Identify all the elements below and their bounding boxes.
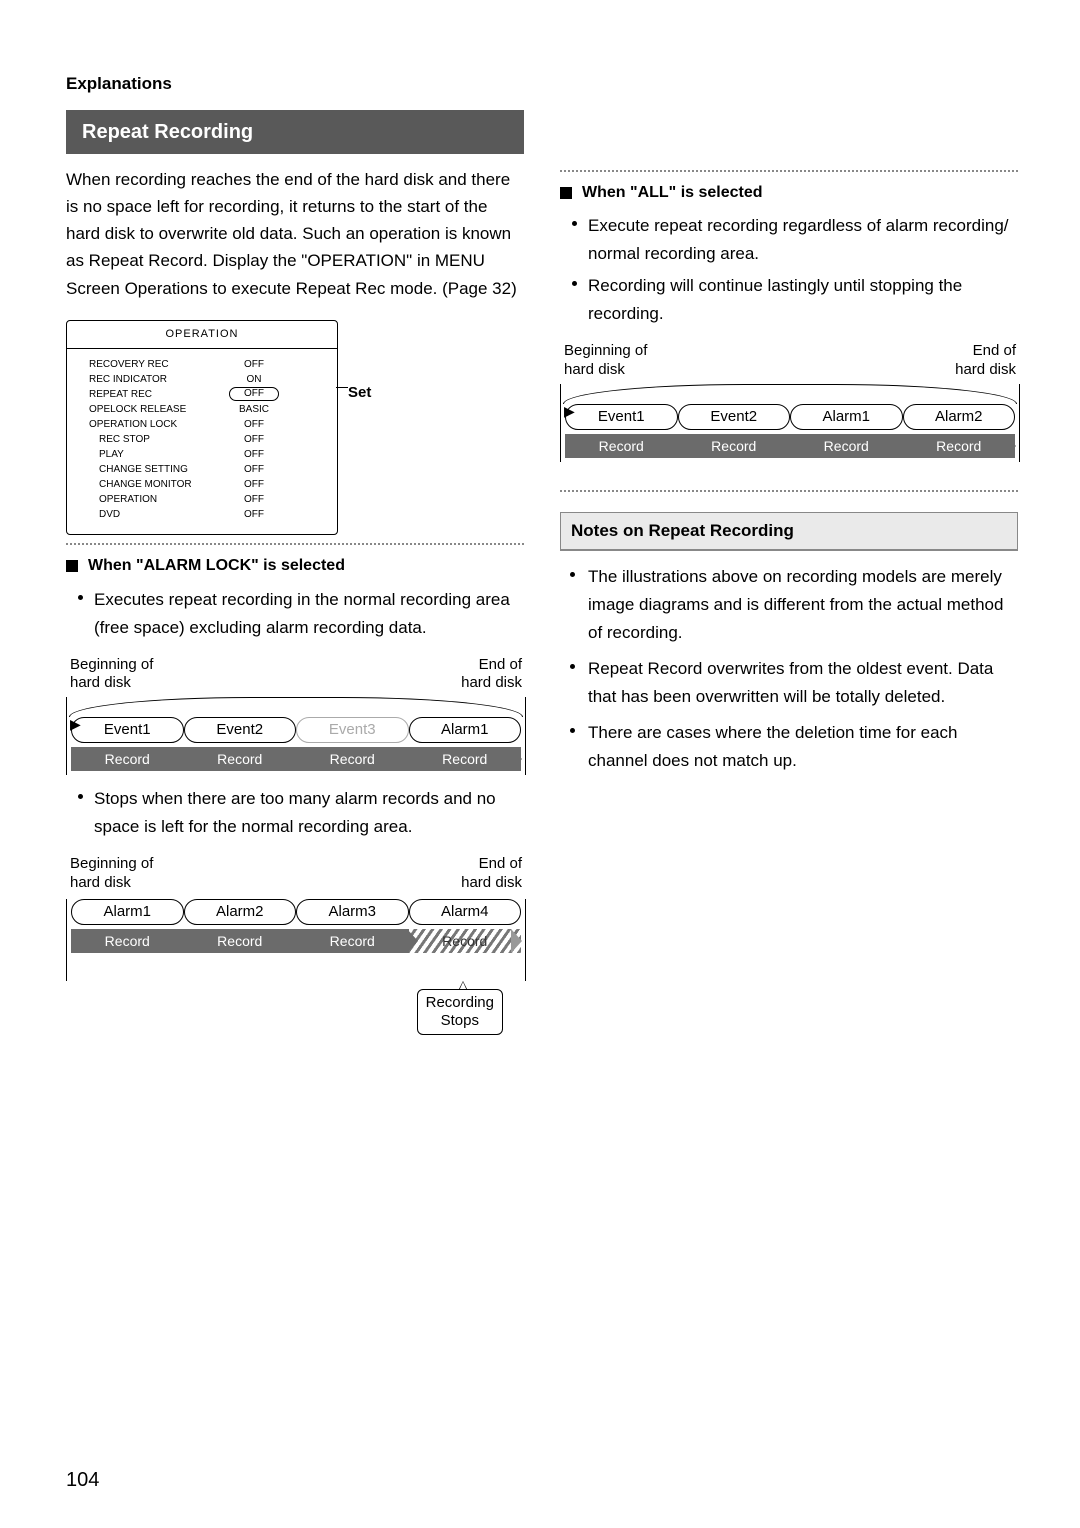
record-bar: Record bbox=[565, 434, 678, 458]
all-bullet: Recording will continue lastingly until … bbox=[588, 272, 1018, 328]
operation-menu-title: OPERATION bbox=[67, 321, 337, 349]
menu-row: RECOVERY RECOFF bbox=[89, 357, 323, 372]
record-bar: Record bbox=[184, 747, 297, 771]
menu-value: OFF bbox=[229, 477, 279, 492]
event-segment: Alarm2 bbox=[903, 404, 1016, 430]
menu-row: CHANGE MONITOROFF bbox=[89, 477, 323, 492]
section-explanations: Explanations bbox=[66, 72, 1020, 96]
event-segment: Event2 bbox=[184, 717, 297, 743]
menu-row: PLAYOFF bbox=[89, 447, 323, 462]
record-bar: Record bbox=[903, 434, 1016, 458]
note-item: The illustrations above on recording mod… bbox=[588, 563, 1018, 647]
all-bullet: Execute repeat recording regardless of a… bbox=[588, 212, 1018, 268]
menu-row: REC STOPOFF bbox=[89, 432, 323, 447]
menu-value: OFF bbox=[229, 447, 279, 462]
divider bbox=[560, 490, 1018, 492]
event-segment: Alarm1 bbox=[409, 717, 522, 743]
event-segment: Event1 bbox=[71, 717, 184, 743]
label-begin: Beginning of hard disk bbox=[70, 656, 153, 694]
label-begin: Beginning of hard disk bbox=[564, 342, 647, 380]
menu-value: OFF bbox=[229, 507, 279, 522]
menu-value: ON bbox=[229, 372, 279, 387]
alarm-lock-heading: When "ALARM LOCK" is selected bbox=[66, 555, 524, 577]
menu-value: OFF bbox=[229, 492, 279, 507]
event-segment: Event3 bbox=[296, 717, 409, 743]
note-item: Repeat Record overwrites from the oldest… bbox=[588, 655, 1018, 711]
record-bar: Record bbox=[71, 747, 184, 771]
record-bar: Record bbox=[71, 929, 184, 953]
diagram-alarmlock-1: Beginning of hard disk End of hard disk … bbox=[66, 656, 526, 776]
operation-menu: OPERATION RECOVERY RECOFFREC INDICATORON… bbox=[66, 320, 338, 535]
menu-label: OPERATION LOCK bbox=[89, 417, 229, 432]
diagram-all: Beginning of hard disk End of hard disk … bbox=[560, 342, 1020, 462]
record-bar: Record bbox=[296, 747, 409, 771]
label-end: End of hard disk bbox=[461, 656, 522, 694]
alarm-lock-bullet: Executes repeat recording in the normal … bbox=[94, 586, 524, 642]
menu-row: DVDOFF bbox=[89, 507, 323, 522]
all-heading: When "ALL" is selected bbox=[560, 182, 1018, 204]
menu-row: OPERATIONOFF bbox=[89, 492, 323, 507]
intro-paragraph: When recording reaches the end of the ha… bbox=[66, 166, 524, 302]
menu-label: RECOVERY REC bbox=[89, 357, 229, 372]
menu-label: OPELOCK RELEASE bbox=[89, 402, 229, 417]
menu-label: REC INDICATOR bbox=[89, 372, 229, 387]
menu-row: CHANGE SETTINGOFF bbox=[89, 462, 323, 477]
record-bar: Record bbox=[409, 929, 522, 953]
alarm-lock-bullet-2: Stops when there are too many alarm reco… bbox=[94, 785, 524, 841]
menu-label: REC STOP bbox=[89, 432, 229, 447]
playhead-icon: ▶ bbox=[70, 715, 81, 735]
menu-row: REPEAT RECOFF bbox=[89, 387, 323, 402]
event-segment: Alarm3 bbox=[296, 899, 409, 925]
divider bbox=[66, 543, 524, 545]
playhead-icon: ▶ bbox=[564, 402, 575, 422]
event-segment: Event2 bbox=[678, 404, 791, 430]
menu-label: CHANGE SETTING bbox=[89, 462, 229, 477]
menu-value: OFF bbox=[229, 432, 279, 447]
menu-label: CHANGE MONITOR bbox=[89, 477, 229, 492]
label-end: End of hard disk bbox=[955, 342, 1016, 380]
repeat-recording-heading: Repeat Recording bbox=[66, 110, 524, 154]
record-bar: Record bbox=[678, 434, 791, 458]
record-bar: Record bbox=[296, 929, 409, 953]
all-title: When "ALL" is selected bbox=[582, 182, 763, 204]
label-begin: Beginning of hard disk bbox=[70, 855, 153, 893]
menu-label: DVD bbox=[89, 507, 229, 522]
menu-value: OFF bbox=[229, 462, 279, 477]
set-label: Set bbox=[348, 382, 371, 403]
menu-row: OPERATION LOCKOFF bbox=[89, 417, 323, 432]
menu-value: OFF bbox=[229, 387, 279, 401]
label-end: End of hard disk bbox=[461, 855, 522, 893]
record-bar: Record bbox=[790, 434, 903, 458]
menu-label: OPERATION bbox=[89, 492, 229, 507]
event-segment: Alarm2 bbox=[184, 899, 297, 925]
set-connector bbox=[336, 387, 348, 388]
event-segment: Alarm1 bbox=[71, 899, 184, 925]
diagram-alarmlock-2: Beginning of hard disk End of hard disk … bbox=[66, 855, 526, 981]
event-segment: Alarm1 bbox=[790, 404, 903, 430]
record-bar: Record bbox=[184, 929, 297, 953]
menu-row: REC INDICATORON bbox=[89, 372, 323, 387]
menu-label: PLAY bbox=[89, 447, 229, 462]
event-segment: Alarm4 bbox=[409, 899, 522, 925]
alarm-lock-title: When "ALARM LOCK" is selected bbox=[88, 555, 345, 577]
menu-row: OPELOCK RELEASEBASIC bbox=[89, 402, 323, 417]
page-number: 104 bbox=[66, 1466, 99, 1494]
note-item: There are cases where the deletion time … bbox=[588, 719, 1018, 775]
menu-value: OFF bbox=[229, 417, 279, 432]
divider bbox=[560, 170, 1018, 172]
recording-stops-bubble: Recording Stops bbox=[417, 989, 503, 1035]
event-segment: Event1 bbox=[565, 404, 678, 430]
record-bar: Record bbox=[409, 747, 522, 771]
menu-value: BASIC bbox=[229, 402, 279, 417]
notes-heading: Notes on Repeat Recording bbox=[560, 512, 1018, 551]
menu-label: REPEAT REC bbox=[89, 387, 229, 402]
menu-value: OFF bbox=[229, 357, 279, 372]
